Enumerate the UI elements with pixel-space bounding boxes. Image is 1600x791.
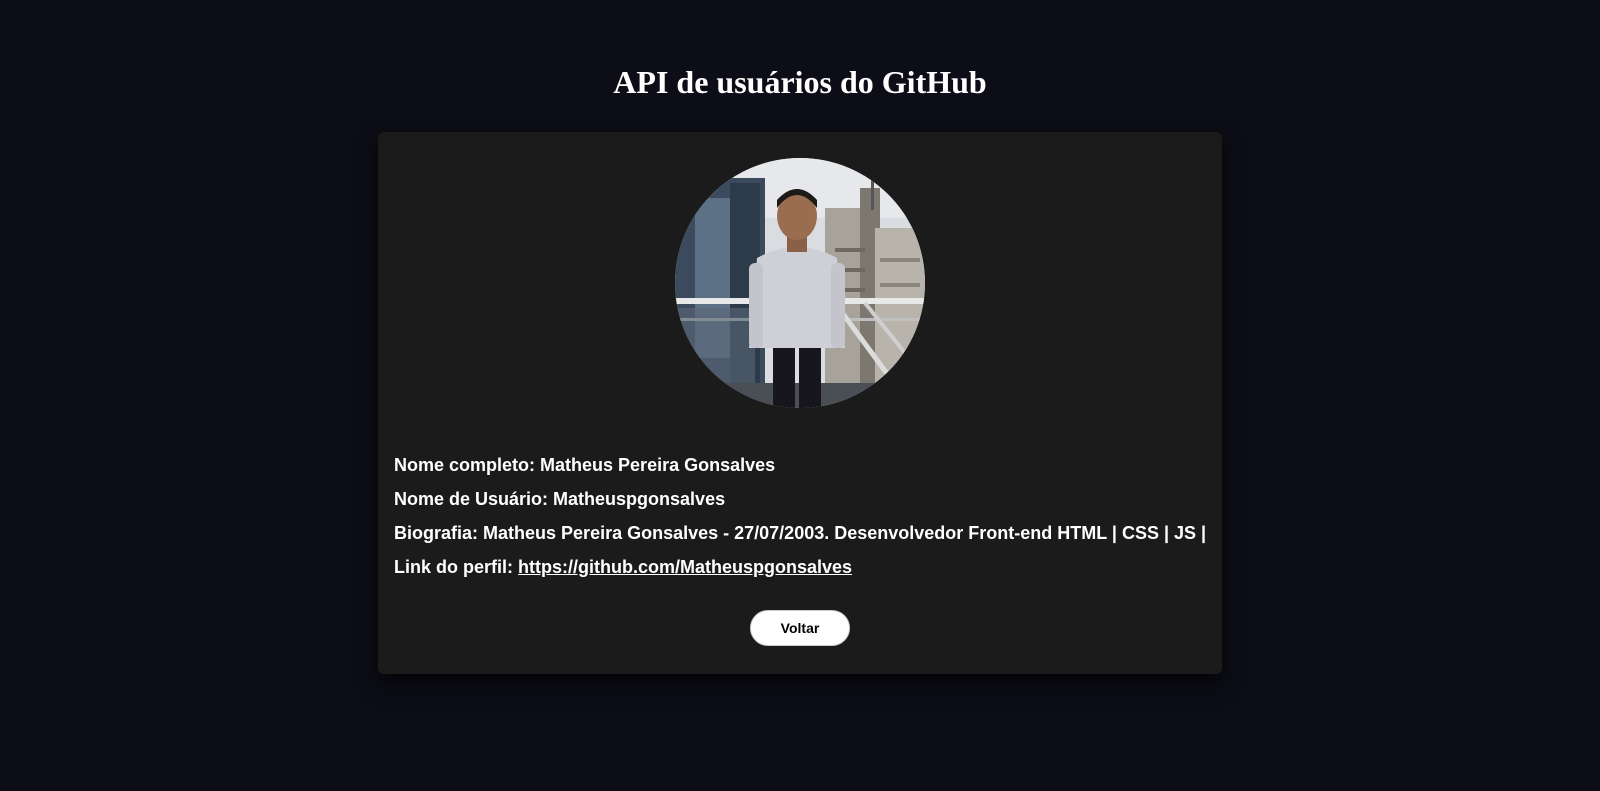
username-value: Matheuspgonsalves [553,489,726,509]
bio-line: Biografia: Matheus Pereira Gonsalves - 2… [394,516,1214,550]
full-name-label: Nome completo: [394,455,536,475]
bio-value: Matheus Pereira Gonsalves - 27/07/2003. … [483,523,1207,543]
full-name-value: Matheus Pereira Gonsalves [540,455,776,475]
profile-link[interactable]: https://github.com/Matheuspgonsalves [518,557,852,577]
page-title: API de usuários do GitHub [613,64,987,100]
bio-label: Biografia: [394,523,479,543]
profile-card: Nome completo: Matheus Pereira Gonsalves… [378,132,1222,674]
back-button[interactable]: Voltar [750,610,850,646]
profile-info: Nome completo: Matheus Pereira Gonsalves… [394,448,1214,584]
profile-link-label: Link do perfil: [394,557,513,577]
profile-link-line: Link do perfil: https://github.com/Mathe… [394,550,1214,584]
profile-avatar [675,158,925,408]
full-name-line: Nome completo: Matheus Pereira Gonsalves [394,448,1214,482]
profile-photo-icon [675,158,925,408]
username-label: Nome de Usuário: [394,489,549,509]
username-line: Nome de Usuário: Matheuspgonsalves [394,482,1214,516]
